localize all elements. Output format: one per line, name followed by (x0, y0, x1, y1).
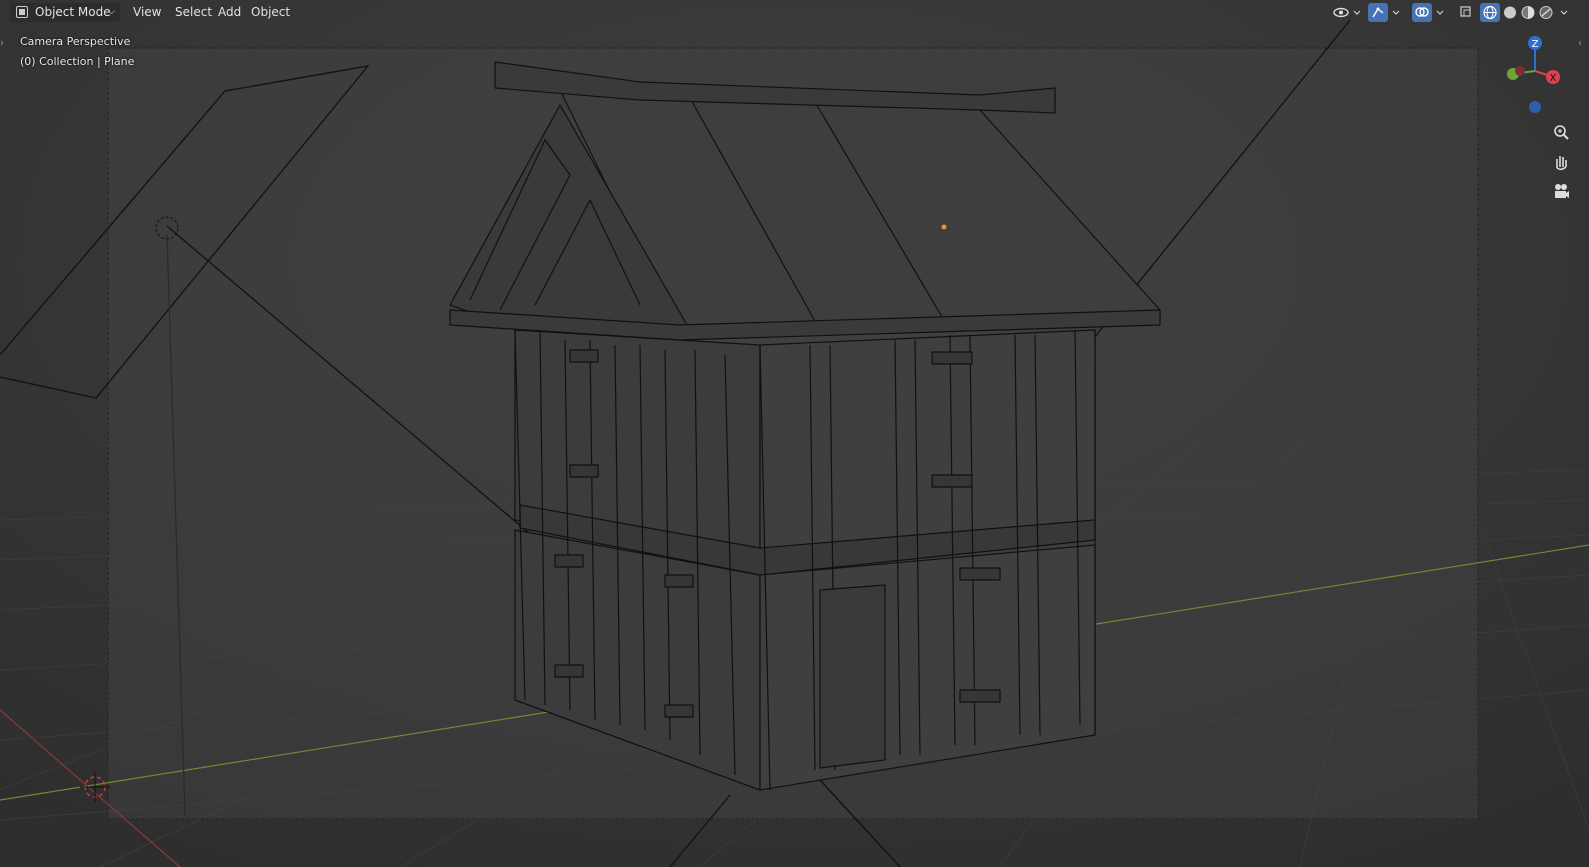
rendered-shading-icon (1539, 6, 1553, 19)
view-menu[interactable]: View (127, 3, 167, 22)
wireframe-shading-icon (1483, 5, 1497, 20)
camera-view-button[interactable] (1549, 180, 1573, 204)
collection-label: (0) Collection | Plane (20, 55, 135, 68)
rendered-shading-button[interactable] (1536, 3, 1556, 22)
x-axis-label: X (1550, 73, 1557, 84)
chevron-down-icon (1392, 10, 1400, 15)
overlay-icon (1415, 7, 1429, 17)
solid-shading-icon (1504, 6, 1516, 19)
3d-viewport[interactable] (0, 0, 1589, 867)
neg-z-axis-handle[interactable] (1529, 101, 1541, 113)
z-axis-label: Z (1532, 39, 1539, 50)
viewport-header: Object Mode ⌵ View Select Add Object (0, 0, 1589, 26)
zoom-button[interactable] (1549, 120, 1573, 144)
navigation-gizmo[interactable]: Z X (1495, 33, 1565, 118)
toolbar-expand-icon[interactable]: › (0, 38, 4, 49)
wireframe-shading-button[interactable] (1480, 3, 1500, 22)
neg-x-axis-handle[interactable] (1515, 66, 1525, 76)
pan-hand-icon (1556, 156, 1567, 171)
pan-button[interactable] (1549, 150, 1573, 174)
sidebar-expand-icon[interactable]: ‹ (1578, 38, 1582, 49)
shading-dropdown[interactable] (1558, 3, 1572, 22)
material-shading-icon (1521, 6, 1535, 19)
zoom-icon (1554, 125, 1569, 140)
solid-shading-button[interactable] (1500, 3, 1520, 22)
object-origin (941, 224, 947, 230)
object-menu[interactable]: Object (245, 3, 296, 22)
mode-label: Object Mode (35, 5, 111, 19)
chevron-down-icon (1560, 10, 1568, 15)
camera-perspective-label: Camera Perspective (20, 35, 131, 48)
select-menu[interactable]: Select (169, 3, 218, 22)
gizmo-toggle[interactable] (1368, 3, 1388, 22)
camera-view-icon (1555, 184, 1569, 198)
xray-toggle[interactable] (1456, 3, 1476, 22)
chevron-down-icon (1436, 10, 1444, 15)
overlay-dropdown[interactable] (1434, 3, 1448, 22)
add-menu[interactable]: Add (212, 3, 247, 22)
visibility-dropdown[interactable] (1330, 3, 1364, 22)
gizmo-dropdown[interactable] (1390, 3, 1404, 22)
mode-dropdown[interactable]: Object Mode ⌵ (10, 3, 120, 22)
chevron-down-icon: ⌵ (108, 7, 115, 17)
object-mode-icon (16, 6, 28, 18)
gizmo-toggle-icon (1372, 7, 1384, 18)
overlay-toggle[interactable] (1412, 3, 1432, 22)
xray-icon (1460, 6, 1471, 17)
eye-visibility-icon (1333, 7, 1361, 18)
material-shading-button[interactable] (1518, 3, 1538, 22)
